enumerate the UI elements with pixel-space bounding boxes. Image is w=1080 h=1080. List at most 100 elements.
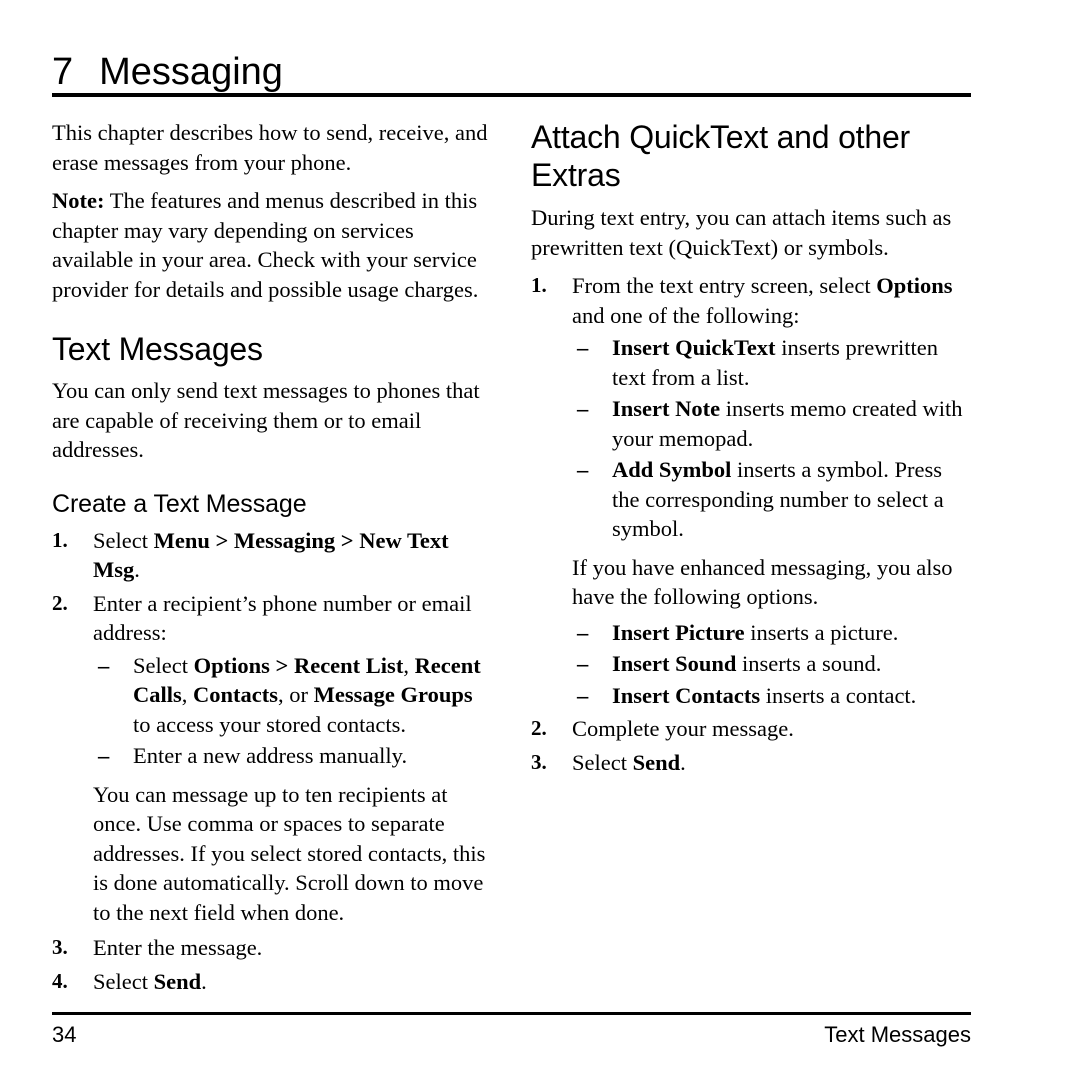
dash-item: – Insert Sound inserts a sound.: [572, 649, 971, 679]
footer-divider-rule: [52, 1012, 971, 1015]
dash-bullet-icon: –: [577, 682, 589, 708]
right-column: Attach QuickText and other Extras During…: [531, 118, 971, 781]
dash-part3: ,: [181, 682, 194, 707]
step-text-bold: Options: [876, 273, 953, 298]
dash-bullet-icon: –: [98, 652, 110, 678]
step-number: 3.: [52, 935, 68, 959]
step1-dash-list: – Insert QuickText inserts prewritten te…: [572, 333, 971, 544]
note-paragraph: Note: The features and menus described i…: [52, 186, 492, 304]
dash-part5: to access your stored contacts.: [133, 711, 407, 737]
step-number: 3.: [531, 749, 547, 774]
step-text: Enter the message.: [93, 935, 263, 960]
page-footer: 34 Text Messages: [52, 1020, 971, 1050]
step2-dash-list: – Select Options > Recent List, Recent C…: [93, 651, 492, 771]
dash-item: – Enter a new address manually.: [93, 741, 492, 771]
chapter-title: Messaging: [99, 51, 283, 93]
dash-text: Add Symbol inserts a symbol. Press the c…: [612, 457, 944, 541]
dash-item: – Select Options > Recent List, Recent C…: [93, 651, 492, 740]
step-text: Enter a recipient’s phone number or emai…: [93, 590, 472, 646]
step-item: 4. Select Send.: [52, 967, 492, 997]
dash-rest: inserts a contact.: [760, 682, 917, 708]
dash-bold3: Contacts: [193, 682, 279, 707]
step-item: 1. From the text entry screen, select Op…: [531, 271, 971, 710]
dash-rest: inserts a picture.: [744, 619, 899, 645]
dash-item: – Insert Contacts inserts a contact.: [572, 681, 971, 711]
dash-bold1: Options > Recent List: [193, 652, 404, 678]
left-steps-list: 1. Select Menu > Messaging > New Text Ms…: [52, 526, 492, 997]
dash-part1: Select: [133, 652, 194, 678]
dash-bold: Insert Note: [612, 396, 721, 421]
dash-text: Insert Sound inserts a sound.: [612, 651, 881, 676]
text-messages-paragraph: You can only send text messages to phone…: [52, 378, 480, 462]
header-divider-rule: [52, 93, 971, 97]
step-item: 2. Complete your message.: [531, 714, 971, 744]
attach-paragraph: During text entry, you can attach items …: [531, 205, 952, 260]
step-number: 1.: [531, 273, 547, 297]
dash-bullet-icon: –: [577, 651, 589, 676]
step-text-bold: Send: [153, 968, 202, 994]
dash-bold: Insert Contacts: [612, 682, 761, 708]
heading-text-messages: Text Messages: [52, 331, 263, 367]
dash-bullet-icon: –: [98, 743, 110, 768]
manual-page: 7 Messaging This chapter describes how t…: [0, 0, 1080, 1080]
step-text-suffix: .: [680, 749, 686, 775]
step-text-prefix: Select: [572, 749, 633, 775]
dash-item: – Add Symbol inserts a symbol. Press the…: [572, 455, 971, 544]
dash-text: Insert Picture inserts a picture.: [612, 620, 898, 645]
step-text: From the text entry screen, select Optio…: [572, 271, 971, 330]
step-text-suffix: and one of the following:: [572, 302, 800, 328]
dash-bold: Insert Picture: [612, 619, 745, 645]
note-label: Note:: [52, 188, 105, 213]
dash-part4: , or: [278, 682, 314, 707]
step-text-suffix: .: [134, 557, 140, 582]
heading-attach-quicktext: Attach QuickText and other Extras: [531, 119, 911, 193]
dash-part2: ,: [403, 652, 415, 678]
step-number: 2.: [52, 590, 68, 615]
dash-text: Insert QuickText inserts prewritten text…: [612, 335, 938, 390]
right-steps-list: 1. From the text entry screen, select Op…: [531, 271, 971, 777]
dash-bullet-icon: –: [577, 457, 589, 482]
dash-item: – Insert Picture inserts a picture.: [572, 618, 971, 648]
step-text-prefix: Select: [93, 968, 154, 994]
step-text: Select Send.: [572, 748, 971, 778]
left-column: This chapter describes how to send, rece…: [52, 118, 492, 1000]
step-number: 2.: [531, 716, 547, 740]
dash-bold: Insert Sound: [612, 651, 737, 676]
step-text-bold: Send: [632, 749, 681, 775]
enhanced-messaging-paragraph: If you have enhanced messaging, you also…: [572, 554, 953, 610]
dash-bullet-icon: –: [577, 619, 589, 645]
footer-section-label: Text Messages: [824, 1022, 971, 1047]
dash-text: Enter a new address manually.: [133, 743, 408, 768]
dash-item: – Insert QuickText inserts prewritten te…: [572, 333, 971, 392]
footer-page-number: 34: [52, 1022, 77, 1047]
step-text-prefix: From the text entry screen, select: [572, 273, 877, 298]
step-text-prefix: Select: [93, 527, 154, 553]
step-text-suffix: .: [201, 968, 207, 994]
step-number: 4.: [52, 968, 68, 993]
step-text: Complete your message.: [572, 716, 794, 741]
dash-item: – Insert Note inserts memo created with …: [572, 394, 971, 453]
step-number: 1.: [52, 527, 68, 552]
intro-paragraph: This chapter describes how to send, rece…: [52, 120, 488, 175]
dash-bullet-icon: –: [577, 335, 589, 360]
note-text: The features and menus described in this…: [52, 188, 479, 302]
step2-paragraph: You can message up to ten recipients at …: [93, 781, 486, 925]
dash-text: Insert Note inserts memo created with yo…: [612, 396, 963, 451]
step-text: Select Send.: [93, 967, 492, 997]
chapter-number: 7: [52, 51, 74, 93]
dash-bullet-icon: –: [577, 396, 589, 421]
dash-bold: Insert QuickText: [612, 335, 776, 360]
dash-bold: Add Symbol: [612, 457, 732, 482]
enhanced-dash-list: – Insert Picture inserts a picture. – In…: [572, 618, 971, 711]
step-item: 1. Select Menu > Messaging > New Text Ms…: [52, 526, 492, 585]
dash-bold4: Message Groups: [313, 682, 473, 707]
dash-text: Select Options > Recent List, Recent Cal…: [133, 653, 481, 737]
step-item: 3. Select Send.: [531, 748, 971, 778]
dash-text: Insert Contacts inserts a contact.: [612, 683, 916, 708]
heading-create-a-text-message: Create a Text Message: [52, 489, 307, 518]
step-text: Select Menu > Messaging > New Text Msg.: [93, 526, 492, 585]
dash-rest: inserts a sound.: [736, 651, 882, 676]
step-item: 3. Enter the message.: [52, 933, 492, 963]
step-item: 2. Enter a recipient’s phone number or e…: [52, 589, 492, 928]
chapter-header: 7 Messaging: [52, 42, 971, 94]
